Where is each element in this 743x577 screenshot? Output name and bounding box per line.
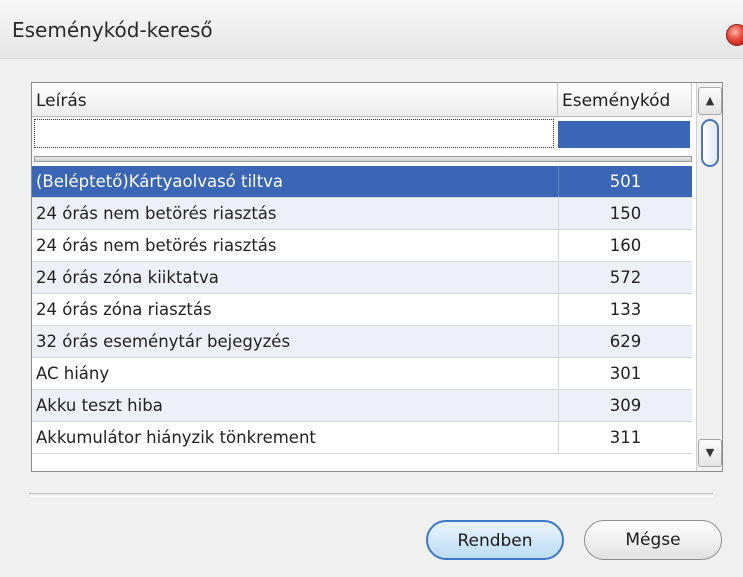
row-description: 32 órás eseménytár bejegyzés [36,332,291,351]
grid-rows: (Beléptető)Kártyaolvasó tiltva 501 24 órás… [32,166,692,454]
scroll-up-icon[interactable]: ▲ [698,87,722,115]
row-description: 24 órás zóna riasztás [36,300,212,319]
row-code: 629 [558,326,692,357]
table-row[interactable]: 24 órás nem betörés riasztás 160 [32,230,692,262]
window-title: Eseménykód-kereső [12,18,213,42]
row-description: 24 órás nem betörés riasztás [36,204,277,223]
column-header-code[interactable]: Eseménykód [558,83,692,117]
table-row[interactable]: 24 órás zóna riasztás 133 [32,294,692,326]
close-icon[interactable] [726,24,743,46]
event-code-grid: Leírás Eseménykód (Beléptető)Kártyaolvas… [31,82,723,472]
table-row[interactable]: Akku teszt hiba 309 [32,390,692,422]
row-description: Akku teszt hiba [36,396,163,415]
row-description: (Beléptető)Kártyaolvasó tiltva [36,172,283,191]
filter-separator [34,156,692,162]
scroll-down-icon[interactable]: ▼ [698,439,722,467]
column-header-description[interactable]: Leírás [32,83,558,117]
row-description: 24 órás zóna kiiktatva [36,268,219,287]
row-code: 133 [558,294,692,325]
scroll-thumb[interactable] [701,119,719,167]
row-code: 160 [558,230,692,261]
table-row[interactable]: (Beléptető)Kártyaolvasó tiltva 501 [32,166,692,198]
ok-button[interactable]: Rendben [426,520,564,560]
row-description: Akkumulátor hiányzik tönkrement [36,428,316,447]
row-code: 150 [558,198,692,229]
row-code: 309 [558,390,692,421]
table-row[interactable]: 24 órás nem betörés riasztás 150 [32,198,692,230]
row-description: 24 órás nem betörés riasztás [36,236,277,255]
row-code: 301 [558,358,692,389]
title-bar: Eseménykód-kereső [0,0,743,59]
row-code: 501 [558,166,692,197]
row-code: 311 [558,422,692,453]
description-filter-input[interactable] [34,119,554,148]
table-row[interactable]: 32 órás eseménytár bejegyzés 629 [32,326,692,358]
code-filter-input[interactable] [558,121,690,148]
divider [29,493,713,497]
row-description: AC hiány [36,364,110,383]
table-row[interactable]: Akkumulátor hiányzik tönkrement 311 [32,422,692,454]
table-row[interactable]: 24 órás zóna kiiktatva 572 [32,262,692,294]
vertical-scrollbar[interactable]: ▲ ▼ [696,83,722,471]
table-row[interactable]: AC hiány 301 [32,358,692,390]
row-code: 572 [558,262,692,293]
cancel-button[interactable]: Mégse [584,520,722,560]
